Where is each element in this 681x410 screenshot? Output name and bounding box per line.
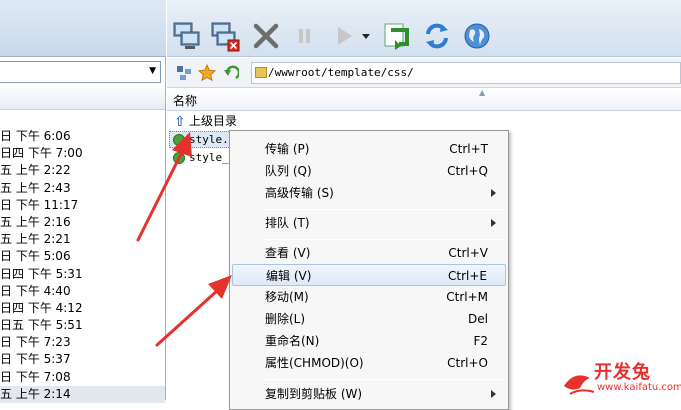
list-item[interactable]: 日四 下午 4:12 bbox=[0, 300, 165, 317]
menu-item-enqueue[interactable]: 排队 (T) bbox=[232, 212, 506, 234]
menu-item-move[interactable]: 移动(M) Ctrl+M bbox=[232, 286, 506, 308]
list-item[interactable]: 五 上午 2:43 bbox=[0, 180, 165, 197]
column-name-label: 名称 bbox=[173, 94, 198, 108]
menu-item-view[interactable]: 查看 (V) Ctrl+V bbox=[232, 242, 506, 264]
menu-item-copy-to-clipboard[interactable]: 复制到剪贴板 (W) bbox=[232, 383, 506, 405]
local-toolbar bbox=[0, 0, 166, 57]
menu-item-label: 查看 (V) bbox=[265, 246, 311, 260]
list-item[interactable]: 日 下午 5:06 bbox=[0, 248, 165, 265]
menu-item-shortcut: Ctrl+O bbox=[447, 356, 488, 370]
css-file-icon bbox=[173, 134, 185, 146]
list-item[interactable]: 五 上午 2:21 bbox=[0, 231, 165, 248]
list-item[interactable]: 五 上午 2:14 bbox=[0, 385, 165, 403]
star-icon[interactable] bbox=[198, 64, 216, 82]
menu-item-properties[interactable]: 属性(CHMOD)(O) Ctrl+O bbox=[232, 352, 506, 374]
css-file-icon bbox=[173, 152, 185, 164]
menu-item-label: 传输 (P) bbox=[265, 142, 310, 156]
context-menu: 传输 (P) Ctrl+T 队列 (Q) Ctrl+Q 高级传输 (S) 排队 … bbox=[229, 130, 509, 410]
submenu-arrow-icon bbox=[491, 189, 496, 197]
menu-item-label: 复制到剪贴板 (W) bbox=[265, 387, 363, 401]
menu-item-shortcut: Ctrl+V bbox=[448, 246, 488, 260]
list-item[interactable]: 日 下午 4:40 bbox=[0, 283, 165, 300]
menu-item-label: 排队 (T) bbox=[265, 216, 310, 230]
list-item[interactable]: 日 下午 7:08 bbox=[0, 369, 165, 386]
remote-path-input[interactable]: /wwwroot/template/css/ bbox=[251, 62, 681, 84]
dropdown-icon[interactable] bbox=[359, 19, 373, 53]
disconnect-icon[interactable] bbox=[208, 19, 242, 53]
menu-item-shortcut: Ctrl+Q bbox=[447, 164, 488, 178]
connect-icon[interactable] bbox=[170, 19, 204, 53]
list-item[interactable]: 日五 下午 5:51 bbox=[0, 317, 165, 334]
list-item[interactable]: 日 下午 6:06 bbox=[0, 128, 165, 145]
menu-item-delete[interactable]: 删除(L) Del bbox=[232, 308, 506, 330]
remote-navbar: /wwwroot/template/css/ bbox=[167, 58, 681, 88]
transfer-icon[interactable] bbox=[380, 19, 414, 53]
remote-column-header[interactable]: 名称 ▲ bbox=[167, 88, 681, 111]
menu-item-advanced-transfer[interactable]: 高级传输 (S) bbox=[232, 182, 506, 204]
sitemap-icon[interactable] bbox=[175, 64, 193, 82]
up-arrow-icon: ⇧ bbox=[174, 114, 186, 130]
globe-icon[interactable] bbox=[460, 19, 494, 53]
pause-icon[interactable] bbox=[288, 19, 322, 53]
submenu-arrow-icon bbox=[491, 219, 496, 227]
watermark-text: 开发兔 bbox=[594, 362, 651, 383]
menu-item-label: 移动(M) bbox=[265, 290, 309, 304]
menu-item-shortcut: F2 bbox=[473, 334, 488, 348]
stop-icon[interactable] bbox=[249, 19, 283, 53]
watermark-url: www.kaifatu.com bbox=[597, 382, 681, 393]
folder-icon bbox=[255, 67, 267, 78]
local-column-header[interactable] bbox=[0, 88, 165, 110]
local-pane: ▼ 日 下午 6:06 日四 下午 7:00 五 上午 2:22 五 上午 2:… bbox=[0, 0, 166, 403]
menu-item-label: 队列 (Q) bbox=[265, 164, 312, 178]
menu-item-transfer[interactable]: 传输 (P) Ctrl+T bbox=[232, 138, 506, 160]
remote-toolbar bbox=[167, 0, 681, 57]
menu-item-rename[interactable]: 重命名(N) F2 bbox=[232, 330, 506, 352]
menu-item-shortcut: Del bbox=[468, 312, 488, 326]
submenu-arrow-icon bbox=[491, 390, 496, 398]
menu-item-shortcut: Ctrl+M bbox=[446, 290, 488, 304]
menu-item-label: 编辑 (V) bbox=[266, 269, 312, 283]
menu-item-edit[interactable]: 编辑 (V) Ctrl+E bbox=[232, 264, 506, 286]
menu-separator bbox=[262, 379, 504, 380]
list-item[interactable]: 日四 下午 5:31 bbox=[0, 266, 165, 283]
list-item[interactable]: 五 上午 2:16 bbox=[0, 214, 165, 231]
list-item[interactable]: 五 上午 2:22 bbox=[0, 162, 165, 179]
menu-item-label: 高级传输 (S) bbox=[265, 186, 334, 200]
file-name: 上级目录 bbox=[189, 114, 238, 128]
chevron-down-icon[interactable]: ▼ bbox=[149, 66, 156, 76]
menu-separator bbox=[262, 239, 504, 240]
menu-item-label: 重命名(N) bbox=[265, 334, 320, 348]
local-path-dropdown[interactable]: ▼ bbox=[0, 61, 161, 83]
menu-item-label: 属性(CHMOD)(O) bbox=[265, 356, 364, 370]
list-item[interactable]: 日 下午 5:37 bbox=[0, 351, 165, 368]
list-item[interactable]: 日 下午 11:17 bbox=[0, 197, 165, 214]
list-item[interactable]: ⇧ 上级目录 bbox=[167, 112, 681, 130]
list-item[interactable]: 日 下午 7:23 bbox=[0, 334, 165, 351]
kaifatu-watermark-logo: 开发兔 www.kaifatu.com bbox=[560, 358, 681, 400]
menu-item-shortcut: Ctrl+E bbox=[448, 269, 487, 283]
back-icon[interactable] bbox=[222, 64, 240, 82]
refresh-icon[interactable] bbox=[420, 19, 454, 53]
play-icon[interactable] bbox=[327, 19, 361, 53]
sort-arrow-icon: ▲ bbox=[479, 88, 486, 97]
menu-item-label: 删除(L) bbox=[265, 312, 306, 326]
list-item[interactable]: 日四 下午 7:00 bbox=[0, 145, 165, 162]
remote-path-text: /wwwroot/template/css/ bbox=[268, 66, 414, 79]
menu-item-queue[interactable]: 队列 (Q) Ctrl+Q bbox=[232, 160, 506, 182]
local-date-list: 日 下午 6:06 日四 下午 7:00 五 上午 2:22 五 上午 2:43… bbox=[0, 128, 165, 403]
menu-separator bbox=[262, 209, 504, 210]
menu-item-shortcut: Ctrl+T bbox=[449, 142, 488, 156]
